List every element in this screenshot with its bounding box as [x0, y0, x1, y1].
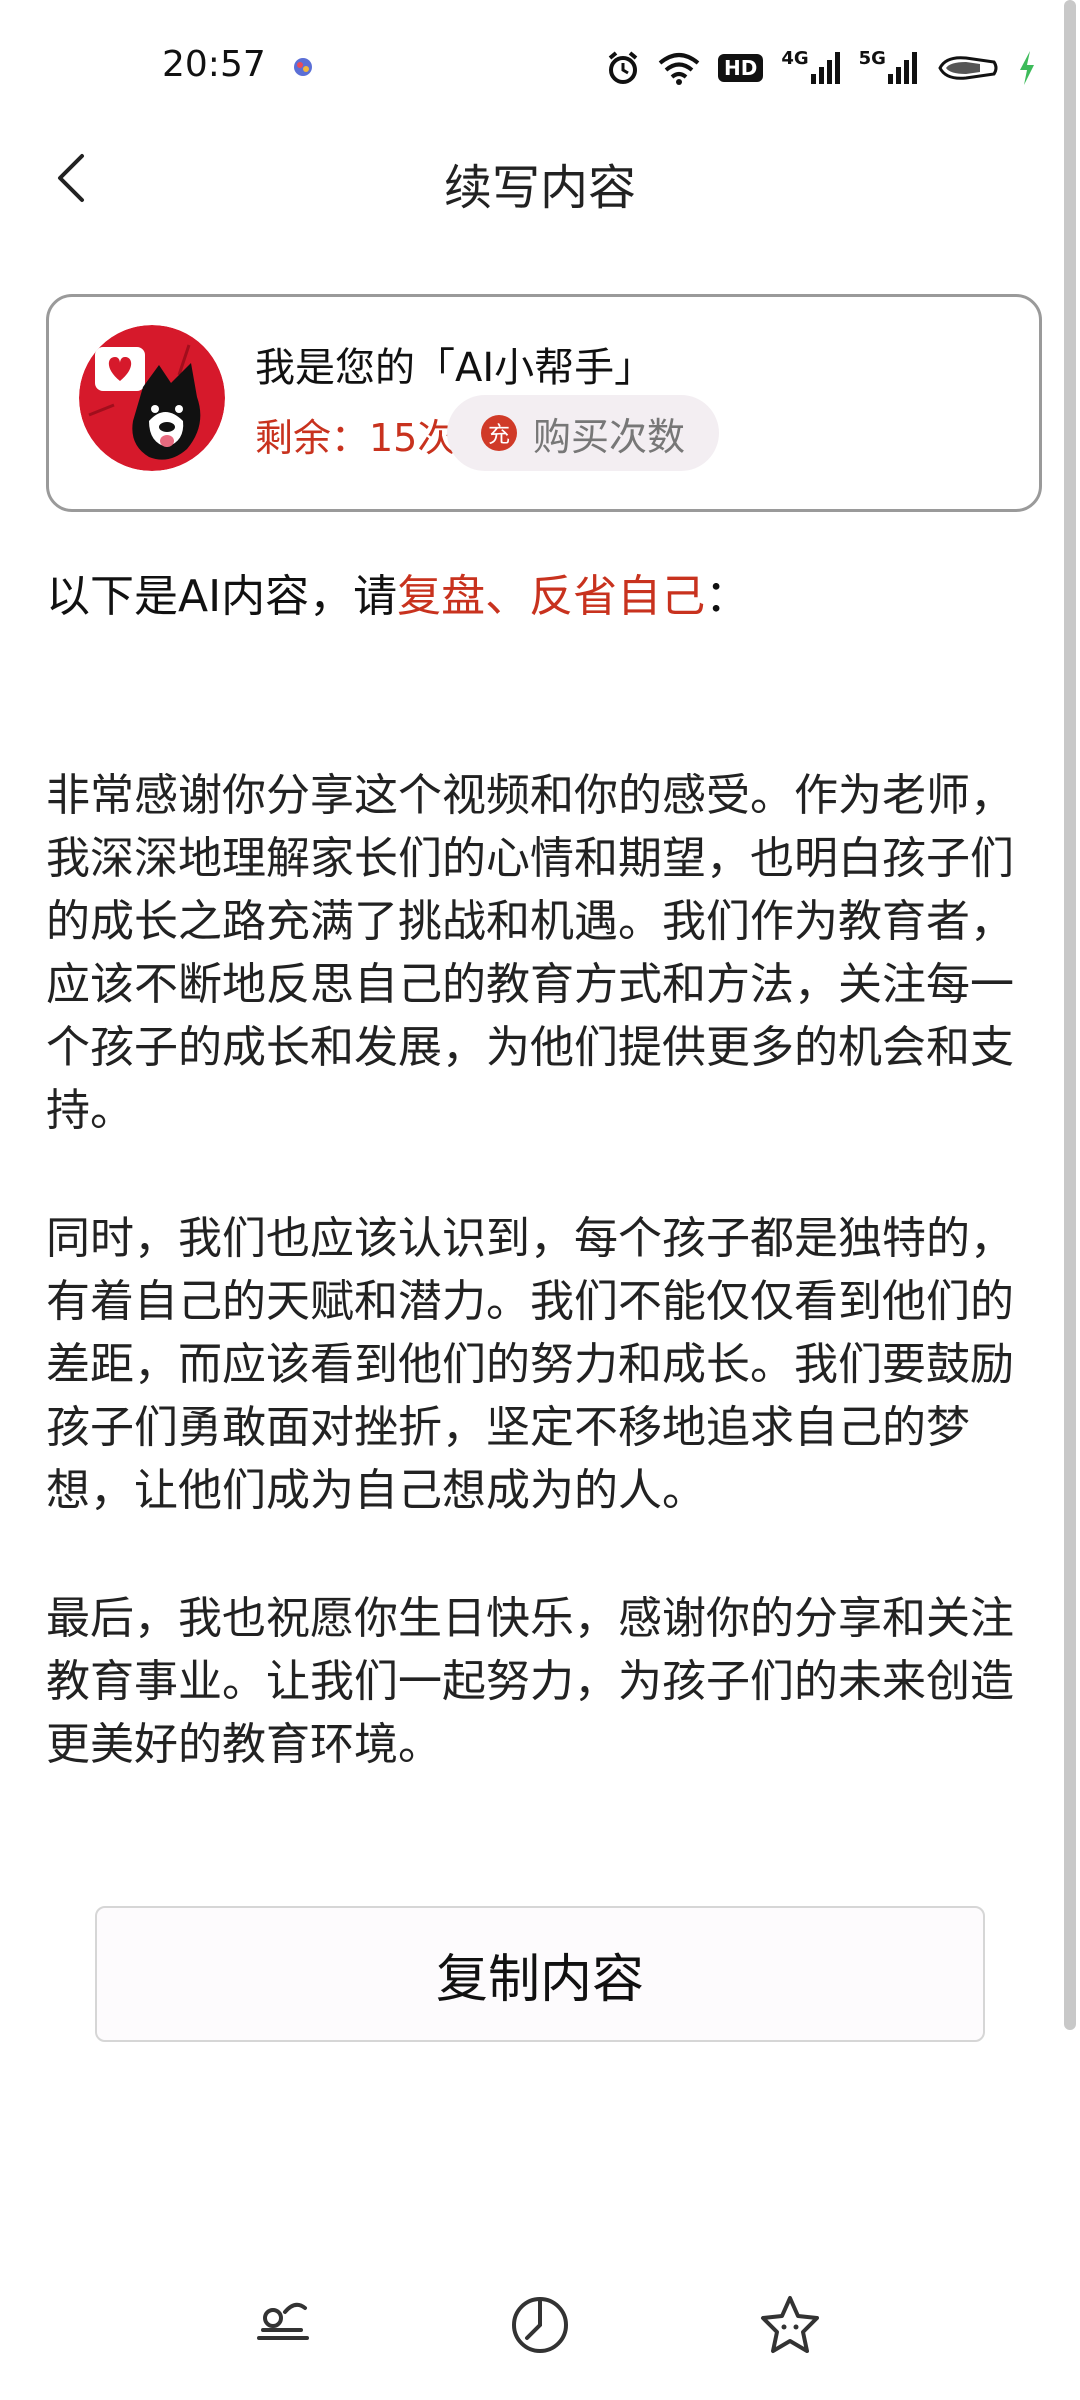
intro-suffix: ：	[705, 571, 750, 622]
wifi-icon	[658, 53, 700, 85]
intro-accent: 复盘、反省自己	[397, 571, 706, 622]
assistant-card-title: 我是您的「AI小帮手」	[255, 345, 655, 391]
ai-content: 非常感谢你分享这个视频和你的感受。作为老师，我深深地理解家长们的心情和期望，也明…	[46, 764, 1016, 1841]
scrollbar[interactable]	[1064, 0, 1076, 2030]
page-title: 续写内容	[443, 160, 636, 216]
buy-count-button[interactable]: 充 购买次数	[447, 395, 719, 471]
assistant-card: 我是您的「AI小帮手」 剩余：15次 充 购买次数	[46, 294, 1042, 512]
avatar	[79, 325, 225, 471]
nav-tool-icon[interactable]	[249, 2290, 319, 2360]
bottom-nav	[0, 2290, 1080, 2380]
signal-5g-icon: 5G	[859, 48, 918, 86]
remaining-count: 剩余：15次	[255, 416, 456, 460]
charging-icon	[1019, 51, 1034, 85]
alarm-icon	[608, 51, 638, 84]
status-bar: 20:57 HD 4G 5G	[0, 0, 1080, 140]
intro-prefix: 以下是AI内容，请	[46, 571, 398, 622]
recharge-icon: 充	[481, 415, 517, 451]
status-time: 20:57	[162, 44, 266, 85]
hd-icon: HD	[718, 50, 764, 86]
nav-star-icon[interactable]	[755, 2290, 825, 2360]
status-icons: HD 4G 5G	[606, 48, 1036, 88]
signal-4g-icon: 4G	[781, 48, 840, 86]
copy-content-button[interactable]: 复制内容	[95, 1906, 985, 2042]
buy-count-label: 购买次数	[533, 414, 686, 459]
content-paragraph: 同时，我们也应该认识到，每个孩子都是独特的，有着自己的天赋和潜力。我们不能仅仅看…	[46, 1213, 1014, 1516]
intro-text: 以下是AI内容，请复盘、反省自己：	[46, 560, 749, 624]
nav-compass-icon[interactable]	[505, 2290, 575, 2360]
battery-icon	[938, 56, 998, 80]
content-paragraph: 非常感谢你分享这个视频和你的感受。作为老师，我深深地理解家长们的心情和期望，也明…	[46, 770, 1014, 1136]
content-paragraph: 最后，我也祝愿你生日快乐，感谢你的分享和关注教育事业。让我们一起努力，为孩子们的…	[46, 1593, 1014, 1770]
app-notification-icon	[294, 58, 312, 76]
